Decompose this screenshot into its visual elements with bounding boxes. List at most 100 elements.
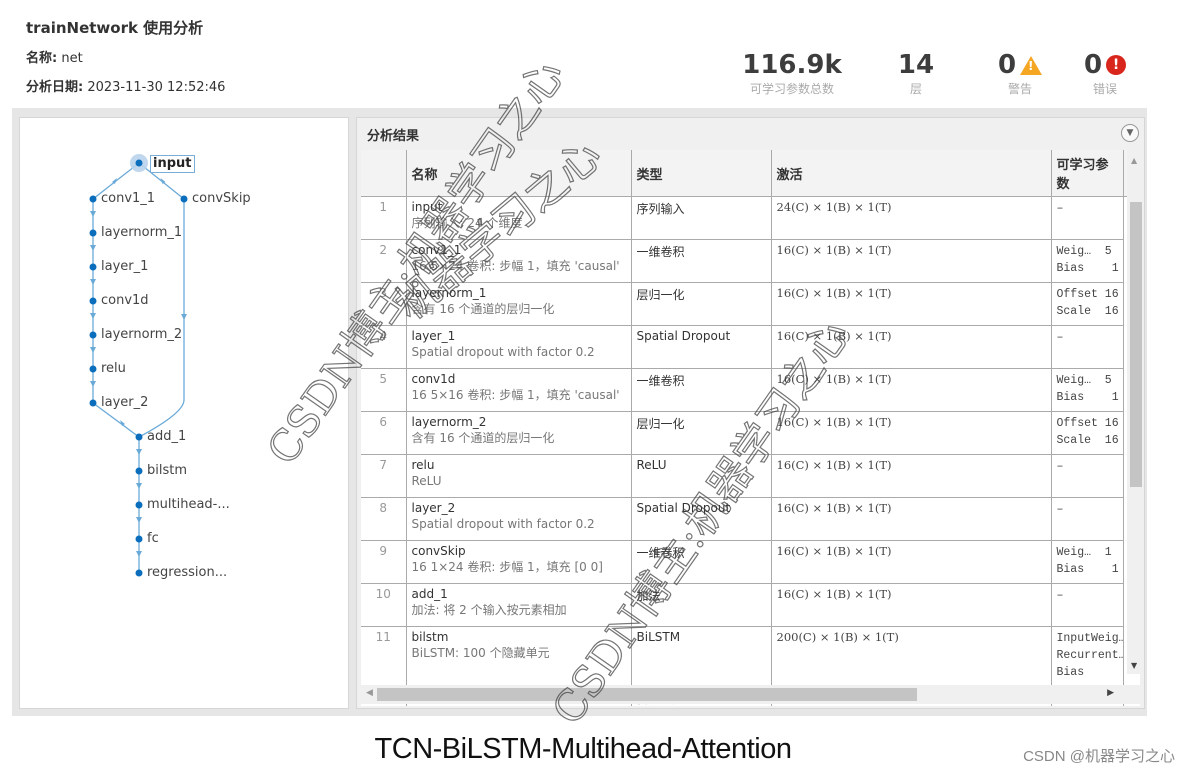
column-header-activations[interactable]: 激活	[771, 150, 1052, 197]
layer-name-cell: bilstm BiLSTM: 100 个隐藏单元	[406, 626, 632, 687]
graph-node-label[interactable]: regression...	[147, 565, 227, 581]
graph-node-label[interactable]: relu	[101, 361, 126, 377]
table-row[interactable]: 9 convSkip 16 1×24 卷积: 步幅 1，填充 [0 0] 一维卷积 16…	[361, 540, 1140, 584]
graph-node-label[interactable]: add_1	[147, 429, 186, 445]
layer-type: BiLSTM	[631, 626, 772, 687]
layer-activations: 16(C) × 1(B) × 1(T)	[771, 368, 1052, 412]
layer-name-cell: layer_1 Spatial dropout with factor 0.2	[406, 325, 632, 369]
stat-warnings[interactable]: 0 警告	[990, 50, 1050, 97]
vertical-scroll-thumb[interactable]	[1130, 202, 1142, 487]
name-label: 名称:	[26, 51, 58, 66]
layer-activations: 16(C) × 1(B) × 1(T)	[771, 497, 1052, 541]
graph-node-input[interactable]	[135, 159, 143, 167]
layer-name-cell: layer_2 Spatial dropout with factor 0.2	[406, 497, 632, 541]
layer-learnables: Weig… 1 Bias 1	[1051, 540, 1124, 584]
graph-node-layer_1[interactable]	[89, 263, 97, 271]
graph-node-label[interactable]: convSkip	[192, 191, 251, 207]
layer-type: 一维卷积	[631, 540, 772, 584]
scroll-right-icon[interactable]: ▶	[1107, 688, 1114, 698]
table-row[interactable]: 5 conv1d 16 5×16 卷积: 步幅 1，填充 'causal' 一维卷积 1…	[361, 368, 1140, 412]
figure-caption: TCN-BiLSTM-Multihead-Attention	[374, 733, 792, 765]
results-table: 名称 类型 激活 可学习参数 1 input 序列输入: 24 个维度 序列输入 24(…	[361, 150, 1140, 706]
graph-node-label[interactable]: layer_1	[101, 259, 148, 275]
graph-node-label[interactable]: conv1_1	[101, 191, 155, 207]
stat-params-value: 116.9k	[742, 50, 842, 80]
layer-name: layer_2	[411, 501, 456, 515]
graph-node-layer_2[interactable]	[89, 399, 97, 407]
layer-learnables: InputWeig… Recurrent… Bias	[1051, 626, 1124, 687]
table-row[interactable]: 11 bilstm BiLSTM: 100 个隐藏单元 BiLSTM 200(C) × …	[361, 626, 1140, 687]
column-header-learnables[interactable]: 可学习参数	[1051, 150, 1124, 197]
date-label: 分析日期:	[26, 80, 84, 95]
table-row[interactable]: 1 input 序列输入: 24 个维度 序列输入 24(C) × 1(B) × 1(T…	[361, 196, 1140, 240]
graph-node-label[interactable]: conv1d	[101, 293, 149, 309]
layer-description: 加法: 将 2 个输入按元素相加	[411, 603, 567, 617]
edge-arrow-icon	[136, 449, 142, 455]
layer-name-cell: add_1 加法: 将 2 个输入按元素相加	[406, 583, 632, 627]
layer-type: 一维卷积	[631, 368, 772, 412]
layer-name-cell: input 序列输入: 24 个维度	[406, 196, 632, 240]
vertical-scrollbar[interactable]: ▲ ▼	[1127, 150, 1144, 674]
layer-learnables: –	[1051, 497, 1124, 541]
layer-activations: 16(C) × 1(B) × 1(T)	[771, 454, 1052, 498]
table-row[interactable]: 7 relu ReLU ReLU 16(C) × 1(B) × 1(T) –	[361, 454, 1140, 498]
graph-node-layernorm_1[interactable]	[89, 229, 97, 237]
horizontal-scrollbar[interactable]: ◀ ▶	[361, 685, 1140, 704]
graph-node-conv1d[interactable]	[89, 297, 97, 305]
layer-activations: 16(C) × 1(B) × 1(T)	[771, 583, 1052, 627]
edge-arrow-icon	[136, 551, 142, 557]
graph-node-conv1_1[interactable]	[89, 195, 97, 203]
graph-node-fc[interactable]	[135, 535, 143, 543]
row-index: 5	[361, 368, 407, 412]
layer-learnables: Offset 16 Scale 16	[1051, 411, 1124, 455]
graph-node-add_1[interactable]	[135, 433, 143, 441]
layer-learnables: –	[1051, 583, 1124, 627]
layer-activations: 16(C) × 1(B) × 1(T)	[771, 411, 1052, 455]
graph-node-label[interactable]: multihead-...	[147, 497, 230, 513]
layer-type: Spatial Dropout	[631, 497, 772, 541]
graph-node-label[interactable]: fc	[147, 531, 159, 547]
name-value: net	[61, 51, 83, 66]
horizontal-scroll-thumb[interactable]	[377, 688, 917, 701]
column-header-type[interactable]: 类型	[631, 150, 772, 197]
graph-node-label[interactable]: layernorm_1	[101, 225, 182, 241]
graph-node-relu[interactable]	[89, 365, 97, 373]
graph-node-label[interactable]: layer_2	[101, 395, 148, 411]
table-row[interactable]: 10 add_1 加法: 将 2 个输入按元素相加 加法 16(C) × 1(B) × …	[361, 583, 1140, 627]
graph-node-label[interactable]: input	[150, 155, 195, 173]
network-graph-panel[interactable]: input conv1_1 convSkip layernorm_1 layer_1co…	[19, 117, 349, 709]
error-icon: !	[1106, 55, 1127, 75]
row-index: 6	[361, 411, 407, 455]
credit-text: CSDN @机器学习之心	[1023, 748, 1175, 765]
graph-node-label[interactable]: bilstm	[147, 463, 187, 479]
scroll-up-icon[interactable]: ▲	[1131, 156, 1137, 165]
table-row[interactable]: 8 layer_2 Spatial dropout with factor 0.2 S…	[361, 497, 1140, 541]
table-row[interactable]: 3 layernorm_1 含有 16 个通道的层归一化 层归一化 16(C) × 1(…	[361, 282, 1140, 326]
graph-node-bilstm[interactable]	[135, 467, 143, 475]
stat-warnings-value: 0	[997, 50, 1017, 80]
table-row[interactable]: 4 layer_1 Spatial dropout with factor 0.2 S…	[361, 325, 1140, 369]
scroll-down-icon[interactable]: ▼	[1131, 661, 1137, 670]
table-row[interactable]: 2 conv1_1 16 5×24 卷积: 步幅 1，填充 'causal' 一维卷积…	[361, 239, 1140, 283]
layer-type: 一维卷积	[631, 239, 772, 283]
graph-node-multihead[interactable]	[135, 501, 143, 509]
column-header-index[interactable]	[361, 150, 407, 197]
stat-errors[interactable]: 0! 错误	[1075, 50, 1135, 97]
graph-node-layernorm_2[interactable]	[89, 331, 97, 339]
graph-node-regression[interactable]	[135, 569, 143, 577]
collapse-button[interactable]: ▼	[1121, 124, 1139, 142]
layer-activations: 16(C) × 1(B) × 1(T)	[771, 325, 1052, 369]
layer-name-cell: conv1_1 16 5×24 卷积: 步幅 1，填充 'causal'	[406, 239, 632, 283]
row-index: 2	[361, 239, 407, 283]
scroll-left-icon[interactable]: ◀	[366, 688, 373, 698]
layer-name: layernorm_2	[411, 415, 487, 429]
graph-node-label[interactable]: layernorm_2	[101, 327, 182, 343]
table-row[interactable]: 6 layernorm_2 含有 16 个通道的层归一化 层归一化 16(C) × 1(…	[361, 411, 1140, 455]
layer-description: 16 5×16 卷积: 步幅 1，填充 'causal'	[411, 388, 620, 402]
layer-name: conv1d	[411, 372, 456, 386]
layer-description: Spatial dropout with factor 0.2	[411, 517, 595, 531]
layer-activations: 24(C) × 1(B) × 1(T)	[771, 196, 1052, 240]
graph-node-convSkip[interactable]	[180, 195, 188, 203]
column-header-name[interactable]: 名称	[406, 150, 632, 197]
layer-type: 序列输入	[631, 196, 772, 240]
